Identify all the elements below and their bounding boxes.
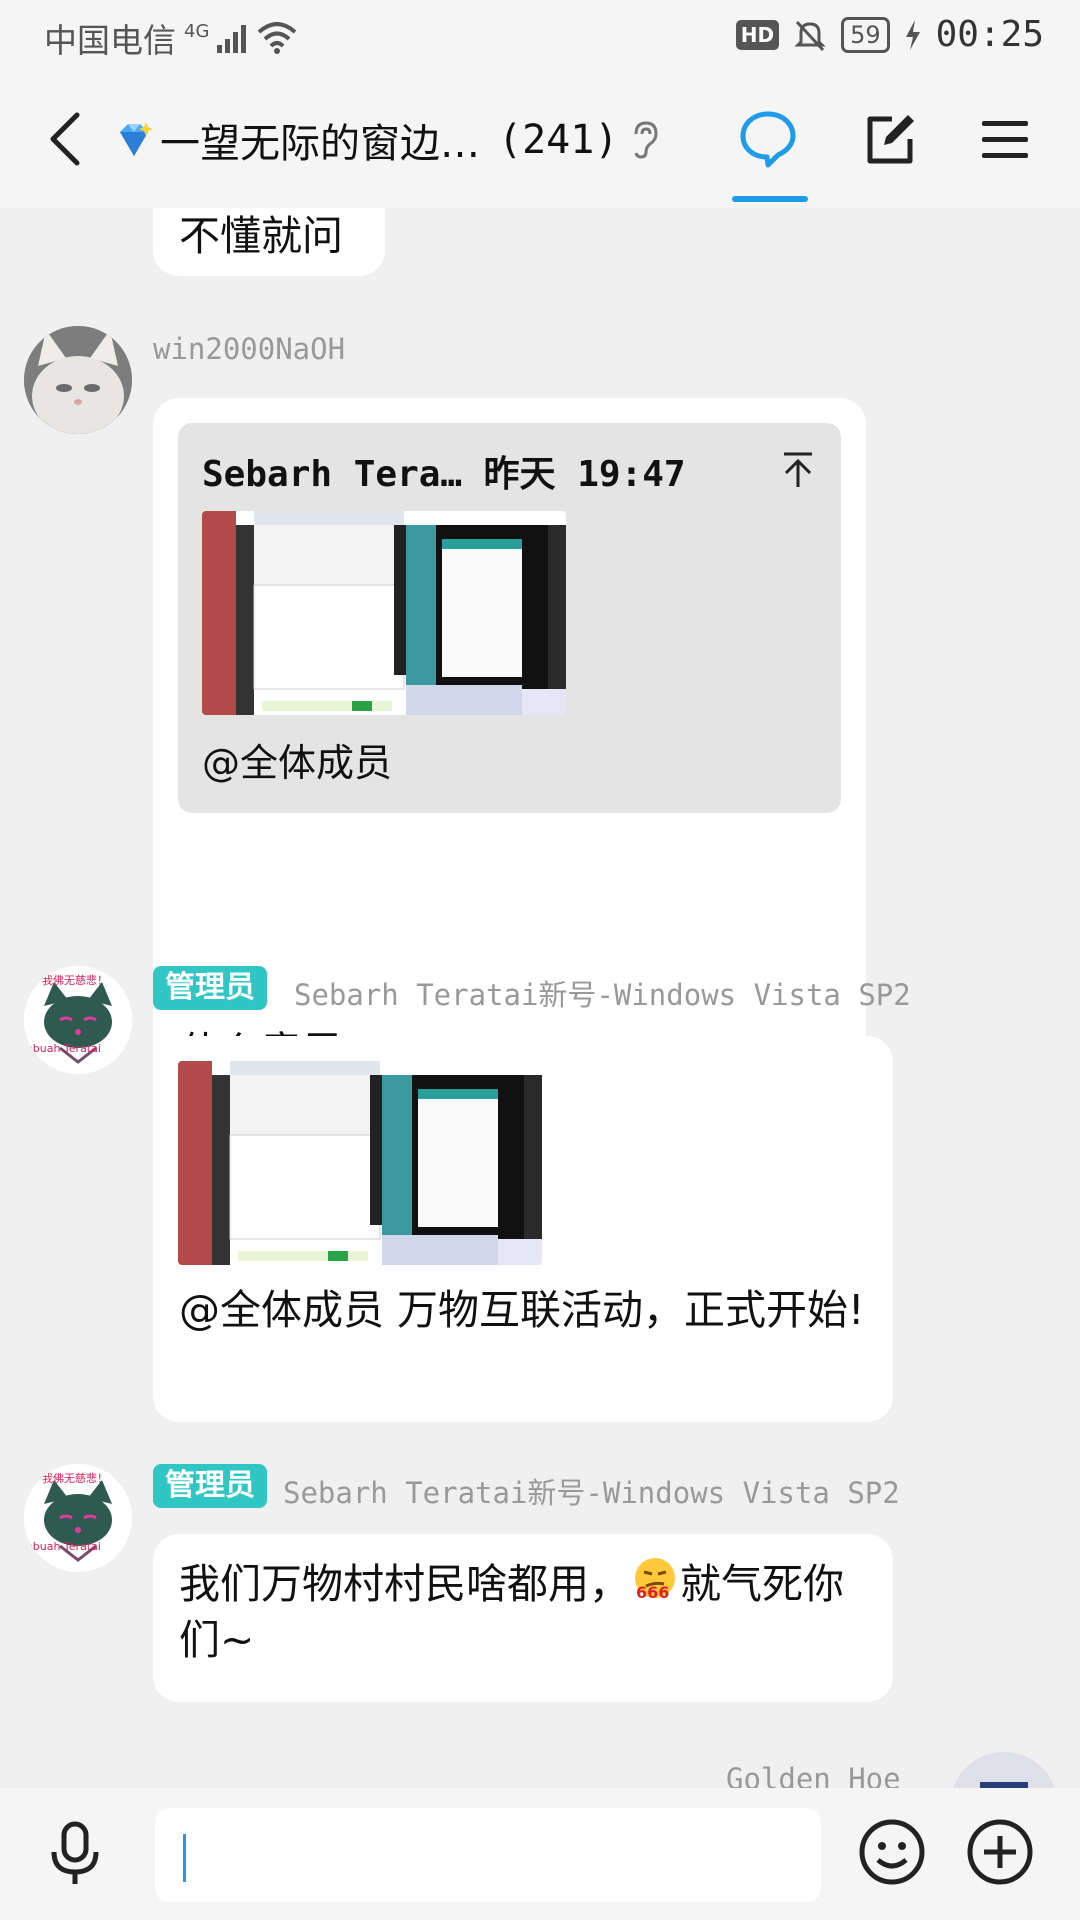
avatar[interactable] xyxy=(950,1752,1058,1788)
chat-header: 一望无际的窗边… (241) xyxy=(0,74,1080,208)
status-bar: 中国电信 4G HD 59 00:25 xyxy=(0,0,1080,74)
chat-bubble-icon xyxy=(740,111,796,168)
message-input[interactable] xyxy=(155,1808,821,1902)
clock: 00:25 xyxy=(935,14,1044,55)
quoted-message[interactable]: Sebarh Tera… 昨天 19:47 @全体成员 xyxy=(178,423,841,813)
back-arrow-icon xyxy=(50,112,80,166)
active-tab-indicator xyxy=(732,196,808,202)
signal-icon xyxy=(217,25,247,53)
sender-name: win2000NaOH xyxy=(153,332,346,366)
avatar-caption-top: 我佛无慈悲！ xyxy=(42,974,108,987)
message-list[interactable]: 不懂就问 win2000NaOH Sebarh Tera… 昨天 19:47 @… xyxy=(0,208,1080,1788)
sender-name: Sebarh Teratai新号-Windows Vista SP2 xyxy=(294,978,911,1012)
wifi-icon xyxy=(258,22,297,54)
jump-to-top-icon[interactable] xyxy=(781,451,815,489)
message-text: 我们万物村村民啥都用， 666 就气死你们~ xyxy=(179,1556,869,1668)
battery-indicator: 59 xyxy=(841,16,890,53)
avatar-caption-bottom: ebuah Teratai xyxy=(26,1540,101,1553)
quoted-screenshot-image[interactable] xyxy=(202,511,566,715)
chat-tab-button[interactable] xyxy=(733,104,803,174)
voice-button[interactable] xyxy=(40,1818,110,1888)
message-text: 不懂就问 xyxy=(179,212,343,260)
admin-badge: 管理员 xyxy=(153,1464,267,1508)
hamburger-icon xyxy=(982,121,1028,158)
charging-icon xyxy=(905,19,920,50)
input-bar xyxy=(0,1788,1080,1920)
avatar[interactable] xyxy=(24,326,132,434)
mute-bell-icon xyxy=(794,20,826,51)
edit-button[interactable] xyxy=(855,104,925,174)
network-type: 4G xyxy=(184,20,210,42)
avatar-caption-bottom: ebuah Teratai xyxy=(26,1042,101,1055)
message-text-part: 我们万物村村民啥都用， xyxy=(179,1560,630,1608)
sender-name: Sebarh Teratai新号-Windows Vista SP2 xyxy=(283,1476,900,1510)
diamond-icon xyxy=(120,122,153,156)
emoji-666: 666 xyxy=(630,1556,680,1604)
emoji-label: 666 xyxy=(636,1583,670,1602)
screenshot-thumbnail xyxy=(178,1061,542,1265)
group-title[interactable]: 一望无际的窗边… (241) xyxy=(112,110,660,170)
more-button[interactable] xyxy=(964,1816,1036,1888)
quote-time: 昨天 19:47 xyxy=(483,454,686,495)
message-bubble[interactable]: 我们万物村村民啥都用， 666 就气死你们~ xyxy=(153,1534,893,1702)
message-bubble[interactable]: @全体成员 万物互联活动，正式开始! xyxy=(153,1036,893,1422)
microphone-icon xyxy=(51,1821,99,1884)
plus-circle-icon xyxy=(967,1819,1033,1885)
hd-badge: HD xyxy=(735,19,780,50)
ear-icon xyxy=(634,121,658,159)
sender-name: Golden_Hoe xyxy=(726,1762,901,1788)
avatar[interactable]: 我佛无慈悲！ ebuah Teratai xyxy=(24,1464,132,1572)
smiley-icon xyxy=(859,1819,925,1885)
edit-icon xyxy=(867,115,914,164)
admin-badge: 管理员 xyxy=(153,966,267,1010)
avatar-caption-top: 我佛无慈悲！ xyxy=(42,1472,108,1485)
message-bubble[interactable]: 不懂就问 xyxy=(153,208,385,276)
avatar[interactable]: 我佛无慈悲！ ebuah Teratai xyxy=(24,966,132,1074)
group-name: 一望无际的窗边… xyxy=(160,121,480,167)
menu-button[interactable] xyxy=(970,104,1040,174)
screenshot-thumbnail xyxy=(202,511,566,715)
back-button[interactable] xyxy=(30,104,100,174)
carrier-label: 中国电信 xyxy=(44,21,176,60)
quote-text: @全体成员 xyxy=(202,741,393,785)
user-avatar-image xyxy=(950,1752,1058,1788)
cat-avatar-image xyxy=(24,326,132,434)
member-count: (241) xyxy=(498,117,619,163)
message-text: @全体成员 万物互联活动，正式开始! xyxy=(179,1286,865,1334)
text-caret xyxy=(183,1834,186,1882)
screenshot-image[interactable] xyxy=(178,1061,542,1265)
emoji-button[interactable] xyxy=(856,1816,928,1888)
quote-sender: Sebarh Tera… xyxy=(202,454,463,495)
